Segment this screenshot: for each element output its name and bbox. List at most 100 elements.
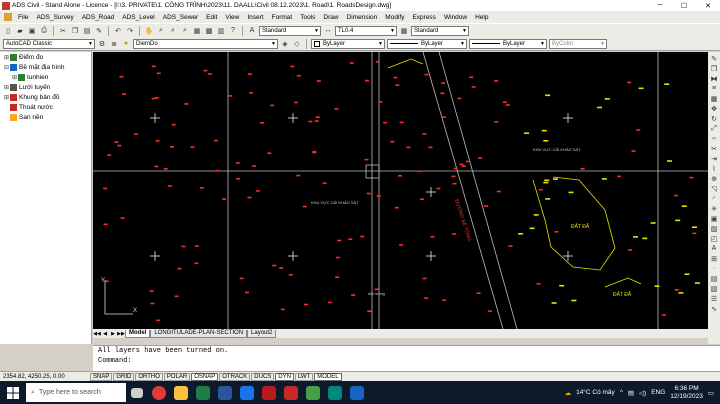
layer-manager-icon[interactable]: ≣ (109, 39, 119, 49)
cut-icon[interactable]: ✂ (58, 26, 68, 36)
clock[interactable]: 6:36 PM 12/19/2023 (670, 385, 703, 401)
menu-item-format[interactable]: Format (268, 14, 297, 21)
status-toggle-otrack[interactable]: OTRACK (219, 372, 251, 381)
save-icon[interactable]: ▣ (27, 26, 37, 36)
app-icon-teal[interactable] (324, 381, 346, 404)
tab-model[interactable]: Model (125, 329, 151, 338)
status-toggle-ducs[interactable]: DUCS (251, 372, 275, 381)
menu-item-view[interactable]: View (221, 14, 243, 21)
tab-layout2[interactable]: Layout2 (247, 329, 277, 338)
status-toggle-model[interactable]: MODEL (314, 372, 342, 381)
extend-icon[interactable]: ⇥ (710, 154, 719, 163)
close-icon[interactable]: ✕ (696, 0, 720, 11)
menu-item-ads-survey[interactable]: ADS_Survey (32, 14, 77, 21)
taskbar-search-input[interactable]: ⌕ Type here to search (26, 383, 126, 402)
block-icon[interactable]: ▣ (710, 214, 719, 223)
file-explorer-icon[interactable] (170, 381, 192, 404)
menu-item-ads-sewer[interactable]: ADS_Sewer (159, 14, 202, 21)
expand-toggle-icon[interactable]: ⊟ (3, 64, 10, 71)
design-center-icon[interactable]: ▩ (204, 26, 214, 36)
status-toggle-dyn[interactable]: DYN (275, 372, 294, 381)
pan-icon[interactable]: ✋ (144, 26, 154, 36)
zoom-window-icon[interactable]: ⌕ (168, 26, 178, 36)
move-icon[interactable]: ✥ (710, 104, 719, 113)
point-icon[interactable]: · (710, 264, 719, 273)
region-icon[interactable]: ◰ (710, 234, 719, 243)
explode-icon[interactable]: ✳ (710, 204, 719, 213)
expand-toggle-icon[interactable]: ⊞ (3, 54, 10, 61)
status-toggle-grid[interactable]: GRID (113, 372, 135, 381)
menu-item-help[interactable]: Help (471, 14, 492, 21)
expand-toggle-icon[interactable]: ⊞ (3, 84, 10, 91)
tab-longitulade-plan-section[interactable]: LONGITULADE-PLAN-SECTION (150, 329, 248, 338)
first-tab-icon[interactable]: ◀◀ (93, 331, 101, 337)
tree-item[interactable]: San nền (0, 112, 91, 122)
open-folder-icon[interactable]: ▰ (15, 26, 25, 36)
multiline-icon[interactable]: ☰ (710, 294, 719, 303)
volume-icon[interactable]: ◁) (639, 389, 646, 397)
hatch-icon[interactable]: ▨ (710, 224, 719, 233)
fillet-icon[interactable]: ◜ (710, 194, 719, 203)
menu-item-modify[interactable]: Modify (381, 14, 408, 21)
tree-item[interactable]: ⊞ Lưới tuyến (0, 82, 91, 92)
last-tab-icon[interactable]: ▶▶ (117, 331, 125, 337)
app-icon-green[interactable] (302, 381, 324, 404)
redo-icon[interactable]: ↷ (125, 26, 135, 36)
word-icon[interactable] (214, 381, 236, 404)
expand-toggle-icon[interactable]: ⊞ (3, 94, 10, 101)
match-properties-icon[interactable]: ✎ (94, 26, 104, 36)
app-icon-blue[interactable] (346, 381, 368, 404)
chrome-icon[interactable] (148, 381, 170, 404)
workspace-select[interactable]: AutoCAD Classic ▼ (3, 38, 95, 49)
windows-start-icon[interactable] (0, 381, 26, 404)
command-prompt[interactable]: Command: (98, 356, 720, 366)
copy-icon[interactable]: ❐ (70, 26, 80, 36)
zoom-previous-icon[interactable]: ⌕ (180, 26, 190, 36)
menu-item-file[interactable]: File (14, 14, 32, 21)
trim-icon[interactable]: ✂ (710, 144, 719, 153)
array-icon[interactable]: ▦ (710, 94, 719, 103)
maximize-icon[interactable]: ☐ (672, 0, 696, 11)
app-icon-red[interactable] (258, 381, 280, 404)
layer-previous-icon[interactable]: ◇ (292, 39, 302, 49)
undo-icon[interactable]: ↶ (113, 26, 123, 36)
status-toggle-osnap[interactable]: OSNAP (191, 372, 219, 381)
stretch-icon[interactable]: ⇔ (710, 134, 719, 143)
scale-icon[interactable]: ⤢ (710, 124, 719, 133)
spline-icon[interactable]: ∿ (710, 304, 719, 313)
drawing-canvas[interactable]: KHU VỰC CẢI KHẢO SÁT KHU VỰC CẢI KHẢO SÁ… (93, 52, 708, 329)
menu-item-ads-level[interactable]: ADS_Level (118, 14, 159, 21)
weather-text[interactable]: 14°C Có mây (576, 389, 615, 396)
tool-palettes-icon[interactable]: ▥ (216, 26, 226, 36)
menu-item-ads-road[interactable]: ADS_Road (78, 14, 119, 21)
expand-toggle-icon[interactable]: ⊞ (11, 74, 18, 81)
tree-item[interactable]: ⊟ Bề mặt địa hình (0, 62, 91, 72)
insert-icon[interactable]: ⊞ (710, 254, 719, 263)
paste-icon[interactable]: ▤ (82, 26, 92, 36)
menu-item-insert[interactable]: Insert (243, 14, 267, 21)
offset-icon[interactable]: ≡ (710, 84, 719, 93)
menu-item-tools[interactable]: Tools (296, 14, 319, 21)
tree-item[interactable]: ⊞ tunhien (0, 72, 91, 82)
chamfer-icon[interactable]: ◹ (710, 184, 719, 193)
next-tab-icon[interactable]: ▶ (109, 331, 117, 337)
gradient-icon[interactable]: ▧ (710, 284, 719, 293)
menu-item-window[interactable]: Window (440, 14, 471, 21)
zoom-realtime-icon[interactable]: ⌕ (156, 26, 166, 36)
copy-object-icon[interactable]: ❐ (710, 64, 719, 73)
color-select[interactable]: ByLayer ▼ (311, 38, 385, 49)
tray-chevron-icon[interactable]: ^ (620, 389, 623, 396)
menu-item-draw[interactable]: Draw (319, 14, 342, 21)
tree-item[interactable]: ⊞ Khung bản đồ (0, 92, 91, 102)
make-current-layer-icon[interactable]: ◈ (280, 39, 290, 49)
prev-tab-icon[interactable]: ◀ (101, 331, 109, 337)
plot-style-select[interactable]: ByColor ▼ (549, 38, 607, 49)
menu-item-express[interactable]: Express (408, 14, 439, 21)
workspace-settings-icon[interactable]: ⚙ (97, 39, 107, 49)
zalo-icon[interactable] (236, 381, 258, 404)
layer-select[interactable]: DiemDo ▼ (133, 38, 278, 49)
erase-icon[interactable]: ✎ (710, 54, 719, 63)
new-file-icon[interactable]: ▯ (3, 26, 13, 36)
menu-item-edit[interactable]: Edit (202, 14, 221, 21)
text-style-select[interactable]: Standard ▼ (259, 25, 321, 36)
